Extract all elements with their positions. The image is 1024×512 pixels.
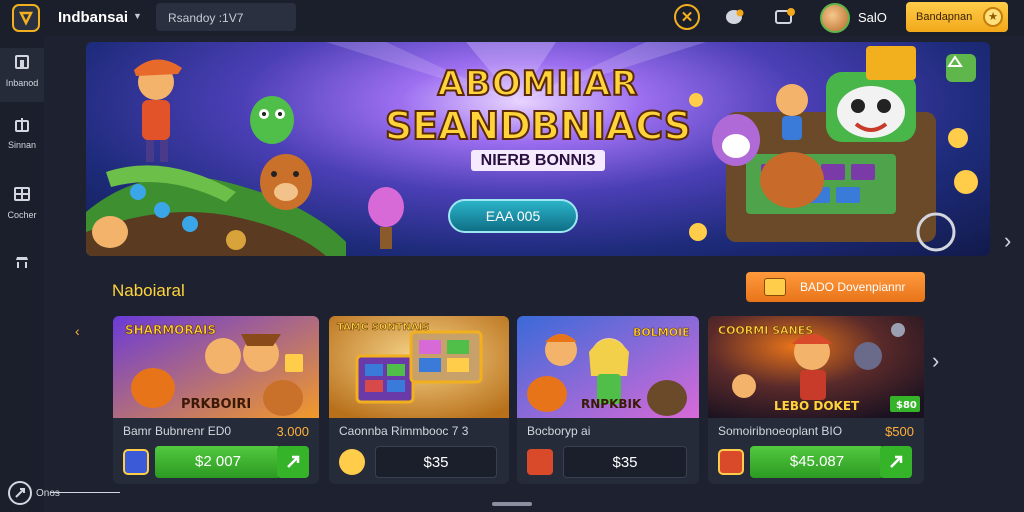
game-card-buy-button[interactable]: $2 007 [155,446,281,478]
game-card-buy-button[interactable]: $35 [563,446,687,478]
grid-icon [14,187,30,201]
sidebar-bottom[interactable]: Onos [8,481,60,505]
sidebar-item-label: Inbanod [5,78,39,88]
deposit-button[interactable]: Bandapnan ★ [906,2,1008,32]
coin-icon [339,449,365,475]
sidebar-item-label: Sinnan [7,140,37,150]
ticket-icon [123,449,149,475]
deposit-label: Bandapnan [916,11,973,23]
game-card-badge: $80 [896,400,917,411]
game-card-art-title: COORMI SANES [718,324,813,337]
section-title-text: Naboiaral [112,281,185,300]
hero-title: ABOMIIAR [437,63,639,105]
game-card-price: $500 [885,424,914,439]
sidebar-item-trophy[interactable] [0,254,44,270]
game-card-art-title: SHARMORAIS [125,323,216,337]
trophy-icon [16,257,28,268]
game-card[interactable]: TAMC SONTNAIS Caonnba Rimmbooc 7 3 $35 [329,316,509,484]
game-card-art: SHARMORAIS PRKBOIRI [113,316,319,418]
game-card-art-title: TAMC SONTNAIS [337,322,429,333]
section-action-label: BADO Dovenpiannr [800,280,906,294]
chat-icon[interactable] [722,4,748,30]
game-card-buy-button[interactable]: $35 [375,446,497,478]
chest-icon [764,278,786,296]
logo-icon [18,11,34,26]
sidebar-item-label: Cocher [7,210,37,220]
sidebar-item-home[interactable]: Inbanod [0,48,44,102]
game-card-art-title: BOLMOIE [633,326,690,339]
chevron-right-icon[interactable]: › [1004,228,1011,254]
chevron-down-icon[interactable]: ▼ [133,11,142,21]
game-card-art: COORMI SANES LEBO DOKET $80 [708,316,924,418]
avatar[interactable] [820,3,850,33]
chevron-left-icon[interactable]: ‹ [75,323,80,339]
game-card-buy-button[interactable]: $45.087 [750,446,884,478]
top-bar: Indbansai ▼ Rsandoy :1V7 ✕ SalO Bandapna… [0,0,1024,36]
game-card-title: Caonnba Rimmbooc 7 3 [339,424,469,438]
search-input[interactable]: Rsandoy :1V7 [156,3,296,31]
game-card-art-label: PRKBOIRI [181,397,251,412]
home-icon [15,55,29,69]
chevron-right-icon[interactable]: › [932,348,939,374]
balance-label: SalO [858,10,887,25]
hero-subtitle-text: NIERB BONNI3 [470,150,606,171]
section-title: Naboiaral [112,281,185,301]
gift-box-icon [527,449,553,475]
game-card-art: TAMC SONTNAIS [329,316,509,418]
scrollbar[interactable] [492,502,532,506]
divider [50,492,120,493]
gift-icon [15,118,29,132]
sidebar-bottom-label: Onos [36,487,60,499]
app-name[interactable]: Indbansai [58,9,128,26]
game-card-price: 3.000 [276,424,309,439]
game-card-title: Bocboryp ai [527,424,591,438]
treasure-icon [718,449,744,475]
close-icon[interactable]: ✕ [674,4,700,30]
game-card-art: BOLMOIE RNPKBIK [517,316,699,418]
sidebar-item-gifts[interactable]: Sinnan [0,116,44,150]
game-card-title: Somoiribnoeoplant BIO [718,424,843,438]
settings-icon [8,481,32,505]
message-icon[interactable] [772,4,798,30]
hero-title-line2: SEANDBNIACS [384,103,692,149]
coin-icon: ★ [983,7,1003,27]
hero-play-button[interactable]: EAA 005 [448,199,578,233]
badge-icon[interactable] [946,54,976,82]
game-card-art-label: LEBO DOKET [774,399,860,413]
hero-banner[interactable]: ABOMIIAR SEANDBNIACS NIERB BONNI3 EAA 00… [86,42,990,256]
sidebar: Inbanod Sinnan Cocher Onos [0,36,120,512]
sidebar-item-games[interactable]: Cocher [0,186,44,220]
section-action-button[interactable]: BADO Dovenpiannr [746,272,925,302]
play-arrow-icon[interactable] [277,446,309,478]
game-card[interactable]: COORMI SANES LEBO DOKET $80 Somoiribnoeo… [708,316,924,484]
game-card[interactable]: SHARMORAIS PRKBOIRI Bamr Bubnrenr ED0 3.… [113,316,319,484]
hero-subtitle: NIERB BONNI3 [86,150,990,171]
game-card-art-label: RNPKBIK [581,397,642,411]
game-card[interactable]: BOLMOIE RNPKBIK Bocboryp ai $35 [517,316,699,484]
app-logo[interactable] [12,4,40,32]
game-card-title: Bamr Bubnrenr ED0 [123,424,232,438]
play-arrow-icon[interactable] [880,446,912,478]
